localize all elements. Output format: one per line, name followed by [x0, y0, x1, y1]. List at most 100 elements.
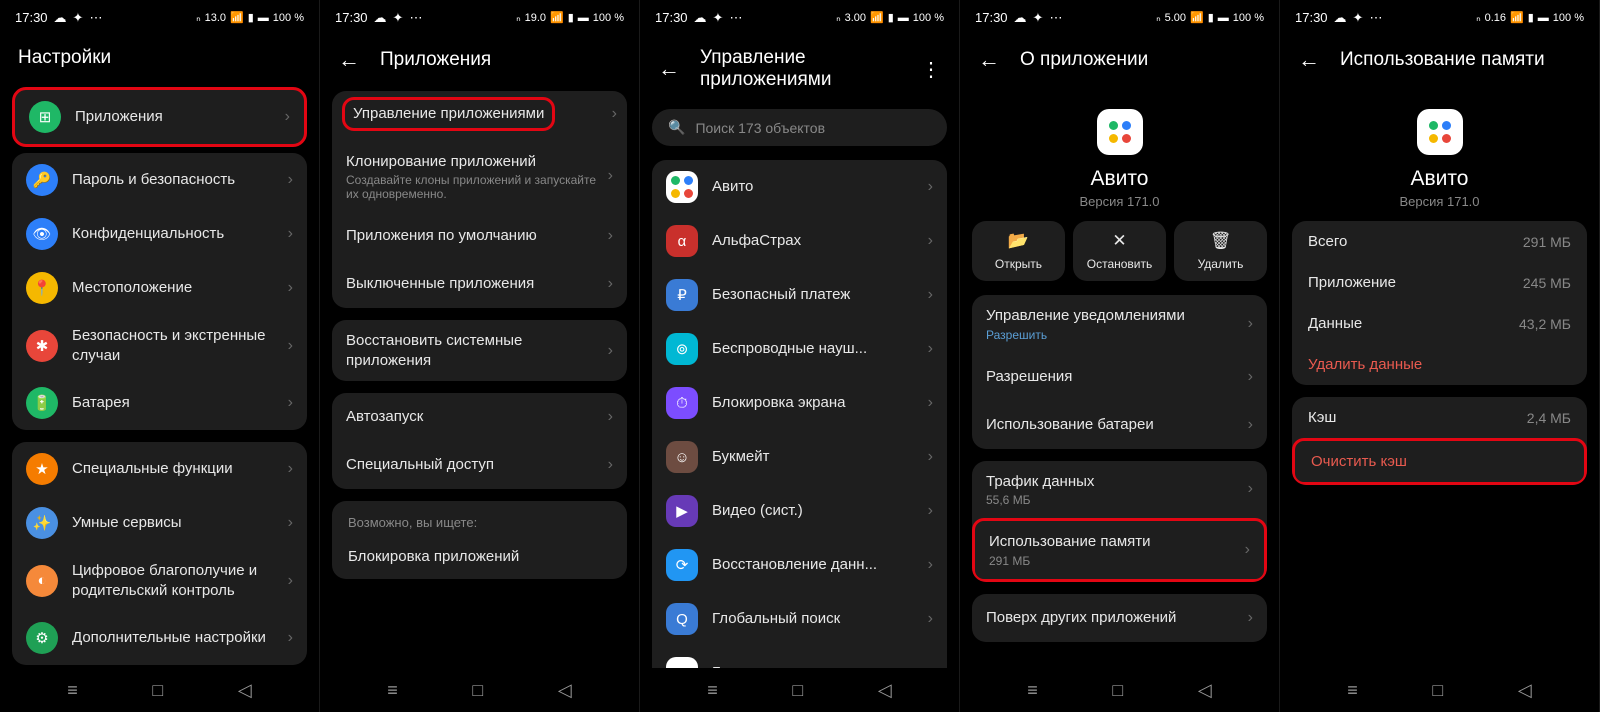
chevron-right-icon: ›	[288, 629, 293, 647]
nav-bar: ≡ □ ◁	[960, 668, 1279, 712]
settings-item-apps[interactable]: ⊞ Приложения ›	[12, 87, 307, 147]
list-item[interactable]: Разрешения ›	[972, 353, 1267, 401]
chevron-right-icon: ›	[288, 337, 293, 355]
apps-item-manage[interactable]: Управление приложениями ›	[332, 91, 627, 141]
more-button[interactable]: ⋮	[921, 57, 941, 82]
nav-home[interactable]: □	[472, 680, 483, 701]
search-input[interactable]: 🔍 Поиск 173 объектов	[652, 109, 947, 146]
back-button[interactable]: ←	[338, 47, 360, 73]
apps-item-special-access[interactable]: Специальный доступ›	[332, 441, 627, 489]
chevron-right-icon: ›	[608, 342, 613, 360]
cloud-icon: ☁	[54, 10, 67, 26]
action-button[interactable]: 📂 Открыть	[972, 221, 1065, 281]
app-list-item[interactable]: α АльфаСтрах ›	[652, 214, 947, 268]
chevron-right-icon: ›	[928, 448, 933, 466]
app-icon: Q	[666, 603, 698, 635]
app-list-item[interactable]: ⊚ Беспроводные науш... ›	[652, 322, 947, 376]
app-hero: Авито Версия 171.0	[960, 91, 1279, 221]
chevron-right-icon: ›	[928, 340, 933, 358]
settings-item-emergency[interactable]: ✱Безопасность и экстренные случаи›	[12, 315, 307, 376]
nav-back[interactable]: ◁	[238, 680, 252, 701]
app-list-item[interactable]: ⟳ Восстановление данн... ›	[652, 538, 947, 592]
nav-back[interactable]: ◁	[1198, 680, 1212, 701]
settings-item-password[interactable]: 🔑Пароль и безопасность›	[12, 153, 307, 207]
nav-home[interactable]: □	[152, 680, 163, 701]
nav-recents[interactable]: ≡	[1027, 680, 1038, 701]
app-icon	[1417, 109, 1463, 155]
header: ← О приложении	[960, 35, 1279, 91]
search-placeholder: Поиск 173 объектов	[695, 120, 825, 136]
header: ← Использование памяти	[1280, 35, 1599, 91]
screen-app-management: 17:30☁✦⋯ ₙ3.00📶▮▬100 % ← Управление прил…	[640, 0, 960, 712]
nav-recents[interactable]: ≡	[67, 680, 78, 701]
apps-item-default[interactable]: Приложения по умолчанию›	[332, 212, 627, 260]
app-list-item[interactable]: ☺ Букмейт ›	[652, 430, 947, 484]
settings-item-privacy[interactable]: 👁Конфиденциальность›	[12, 207, 307, 261]
chevron-right-icon: ›	[1245, 541, 1250, 559]
back-button[interactable]: ←	[1298, 47, 1320, 73]
app-list-item[interactable]: ₽ Безопасный платеж ›	[652, 268, 947, 322]
app-list-item[interactable]: ⏱ Блокировка экрана ›	[652, 376, 947, 430]
nav-home[interactable]: □	[792, 680, 803, 701]
app-list-item[interactable]: ▶ Видео (сист.) ›	[652, 484, 947, 538]
list-item[interactable]: Использование памяти291 МБ ›	[972, 518, 1267, 582]
nav-back[interactable]: ◁	[1518, 680, 1532, 701]
kv-row: Кэш2,4 МБ	[1292, 397, 1587, 438]
apps-item-clone[interactable]: Клонирование приложенийСоздавайте клоны …	[332, 141, 627, 213]
back-button[interactable]: ←	[658, 56, 680, 82]
nav-home[interactable]: □	[1112, 680, 1123, 701]
nav-back[interactable]: ◁	[558, 680, 572, 701]
status-speed: 13.0	[205, 12, 226, 24]
app-version: Версия 171.0	[1079, 194, 1159, 209]
wifi-icon: 📶	[230, 11, 244, 24]
nav-home[interactable]: □	[1432, 680, 1443, 701]
action-button[interactable]: ✕ Остановить	[1073, 221, 1166, 281]
kv-row[interactable]: Удалить данные	[1292, 344, 1587, 385]
app-icon: ⊚	[666, 333, 698, 365]
list-item[interactable]: Использование батареи ›	[972, 401, 1267, 449]
settings-item-location[interactable]: 📍Местоположение›	[12, 261, 307, 315]
app-name: Авито	[1411, 167, 1469, 191]
app-icon: ✦	[666, 657, 698, 668]
settings-item-special[interactable]: ★Специальные функции›	[12, 442, 307, 496]
chevron-right-icon: ›	[288, 394, 293, 412]
chevron-right-icon: ›	[1248, 416, 1253, 434]
nfc-icon: ₙ	[196, 11, 200, 24]
status-bar: 17:30☁✦⋯ ₙ13.0📶▮▬100 %	[0, 0, 319, 35]
settings-item-smart[interactable]: ✨Умные сервисы›	[12, 496, 307, 550]
apps-item-restore[interactable]: Восстановить системные приложения›	[332, 320, 627, 381]
emergency-icon: ✱	[26, 330, 58, 362]
chevron-right-icon: ›	[1248, 315, 1253, 333]
chevron-right-icon: ›	[928, 394, 933, 412]
action-button[interactable]: 🗑 Удалить	[1174, 221, 1267, 281]
app-list-item[interactable]: ✦ Госуслуги ›	[652, 646, 947, 668]
search-icon: 🔍	[668, 119, 685, 136]
nav-recents[interactable]: ≡	[707, 680, 718, 701]
screen-apps: 17:30☁✦⋯ ₙ19.0📶▮▬100 % ← Приложения Упра…	[320, 0, 640, 712]
nav-recents[interactable]: ≡	[1347, 680, 1358, 701]
list-item[interactable]: Управление уведомлениямиРазрешить ›	[972, 295, 1267, 353]
nav-bar: ≡ □ ◁	[640, 668, 959, 712]
apps-item-autostart[interactable]: Автозапуск›	[332, 393, 627, 441]
page-title: Приложения	[380, 49, 491, 71]
app-icon	[1097, 109, 1143, 155]
settings-item-battery[interactable]: 🔋Батарея›	[12, 376, 307, 430]
apps-item-disabled[interactable]: Выключенные приложения›	[332, 260, 627, 308]
settings-item-additional[interactable]: ⚙Дополнительные настройки›	[12, 611, 307, 665]
nav-bar: ≡ □ ◁	[1280, 668, 1599, 712]
list-item[interactable]: Трафик данных55,6 МБ ›	[972, 461, 1267, 519]
apps-grid-icon: ⊞	[29, 101, 61, 133]
search-hint-item[interactable]: Блокировка приложений	[332, 538, 627, 579]
settings-item-wellbeing[interactable]: ◐Цифровое благополучие и родительский ко…	[12, 550, 307, 611]
app-list-item[interactable]: Q Глобальный поиск ›	[652, 592, 947, 646]
app-list-item[interactable]: Авито ›	[652, 160, 947, 214]
page-title: О приложении	[1020, 49, 1148, 71]
back-button[interactable]: ←	[978, 47, 1000, 73]
list-item[interactable]: Поверх других приложений ›	[972, 594, 1267, 642]
chevron-right-icon: ›	[928, 556, 933, 574]
kv-row[interactable]: Очистить кэш	[1292, 438, 1587, 485]
action-icon: ✕	[1112, 231, 1126, 251]
nav-recents[interactable]: ≡	[387, 680, 398, 701]
header: ← Приложения	[320, 35, 639, 91]
nav-back[interactable]: ◁	[878, 680, 892, 701]
